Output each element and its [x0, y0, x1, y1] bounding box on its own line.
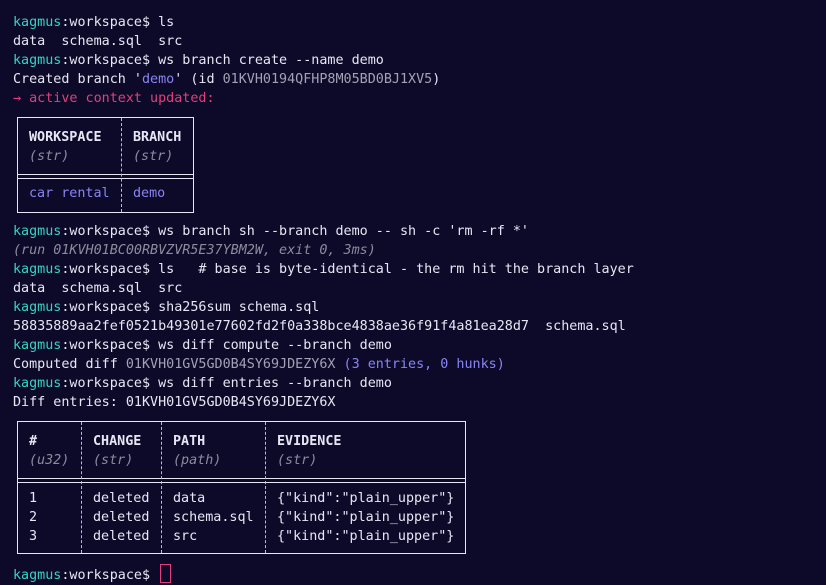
output-text: ' (id [174, 72, 223, 87]
row-2-path: schema.sql [173, 510, 254, 525]
command-text: ws diff compute --branch demo [158, 338, 392, 353]
prompt-user: kagmus [13, 338, 62, 353]
column-divider [265, 422, 266, 553]
run-info: (run 01KVH01BC00RBVZVR5E37YBM2W, exit 0,… [13, 243, 376, 258]
branch-name: demo [142, 72, 175, 87]
prompt-line: kagmus:workspace$ ws diff compute --bran… [13, 336, 392, 355]
prompt-line: kagmus:workspace$ ws diff entries --bran… [13, 374, 392, 393]
prompt-line: kagmus:workspace$ ws branch sh --branch … [13, 222, 529, 241]
command-text: sha256sum schema.sql [158, 300, 320, 315]
command-text: ws branch sh --branch demo -- sh -c 'rm … [158, 224, 529, 239]
row-3-change: deleted [93, 529, 150, 544]
row-3-path: src [173, 529, 198, 544]
output-line: Diff entries: 01KVH01GV5GD0B4SY69JDEZY6X [13, 395, 336, 410]
command-text: ws diff entries --branch demo [158, 376, 392, 391]
type-path: (path) [173, 453, 222, 468]
context-note: → active context updated: [13, 91, 215, 106]
header-branch: BRANCH [133, 130, 182, 145]
hash-output: 58835889aa2fef0521b49301e77602fd2f0a338b… [13, 319, 626, 334]
text-cursor[interactable] [160, 564, 172, 583]
prompt-path: :workspace$ [61, 300, 159, 315]
output-text: Created branch ' [13, 72, 142, 87]
row-1-change: deleted [93, 491, 150, 506]
output-line: Created branch 'demo' (id 01KVH0194QFHP8… [13, 70, 440, 89]
column-divider [121, 118, 122, 212]
output-line: Computed diff 01KVH01GV5GD0B4SY69JDEZY6X… [13, 355, 505, 374]
prompt-user: kagmus [13, 224, 62, 239]
terminal-window[interactable]: kagmus:workspace$ ls data schema.sql src… [0, 0, 826, 583]
prompt-path: :workspace$ [61, 338, 159, 353]
header-divider [18, 478, 465, 483]
prompt-user: kagmus [13, 262, 62, 277]
diff-entries-table: # CHANGE PATH EVIDENCE (u32) (str) (path… [17, 421, 466, 554]
active-prompt-line[interactable]: kagmus:workspace$ [13, 564, 172, 583]
type-index: (u32) [29, 453, 70, 468]
prompt-user: kagmus [13, 376, 62, 391]
row-1-evidence: {"kind":"plain_upper"} [277, 491, 455, 506]
output-text: Computed diff [13, 357, 126, 372]
row-2-index: 2 [29, 510, 38, 525]
prompt-line: kagmus:workspace$ ls # base is byte-iden… [13, 260, 634, 279]
prompt-path: :workspace$ [61, 53, 159, 68]
output-text: ) [432, 72, 441, 87]
prompt-path: :workspace$ [61, 15, 159, 30]
row-2-change: deleted [93, 510, 150, 525]
row-3-index: 3 [29, 529, 38, 544]
context-table: WORKSPACE BRANCH (str) (str) car rental … [17, 117, 194, 213]
prompt-user: kagmus [13, 568, 62, 583]
output-line: data schema.sql src [13, 34, 183, 49]
header-change: CHANGE [93, 434, 142, 449]
type-change: (str) [93, 453, 134, 468]
branch-id: 01KVH0194QFHP8M05BD0BJ1XV5 [222, 72, 433, 87]
diff-summary: (3 entries, 0 hunks) [335, 357, 505, 372]
command-text: ws branch create --name demo [158, 53, 384, 68]
prompt-path: :workspace$ [61, 224, 159, 239]
command-text: ls [158, 15, 175, 30]
prompt-user: kagmus [13, 15, 62, 30]
cell-workspace: car rental [29, 186, 110, 201]
diff-id: 01KVH01GV5GD0B4SY69JDEZY6X [125, 357, 336, 372]
row-2-evidence: {"kind":"plain_upper"} [277, 510, 455, 525]
type-branch: (str) [133, 149, 174, 164]
cell-branch: demo [133, 186, 166, 201]
row-3-evidence: {"kind":"plain_upper"} [277, 529, 455, 544]
type-workspace: (str) [29, 149, 70, 164]
row-1-path: data [173, 491, 206, 506]
header-evidence: EVIDENCE [277, 434, 342, 449]
prompt-path: :workspace$ [61, 376, 159, 391]
header-divider [18, 174, 193, 179]
header-path: PATH [173, 434, 206, 449]
prompt-user: kagmus [13, 300, 62, 315]
prompt-path: :workspace$ [61, 568, 159, 583]
row-1-index: 1 [29, 491, 38, 506]
column-divider [81, 422, 82, 553]
column-divider [161, 422, 162, 553]
prompt-user: kagmus [13, 53, 62, 68]
output-line: data schema.sql src [13, 281, 183, 296]
prompt-line: kagmus:workspace$ sha256sum schema.sql [13, 298, 319, 317]
command-text: ls # base is byte-identical - the rm hit… [158, 262, 634, 277]
prompt-line: kagmus:workspace$ ws branch create --nam… [13, 51, 384, 70]
type-evidence: (str) [277, 453, 318, 468]
header-index: # [29, 434, 38, 449]
header-workspace: WORKSPACE [29, 130, 102, 145]
prompt-path: :workspace$ [61, 262, 159, 277]
prompt-line: kagmus:workspace$ ls [13, 13, 174, 32]
